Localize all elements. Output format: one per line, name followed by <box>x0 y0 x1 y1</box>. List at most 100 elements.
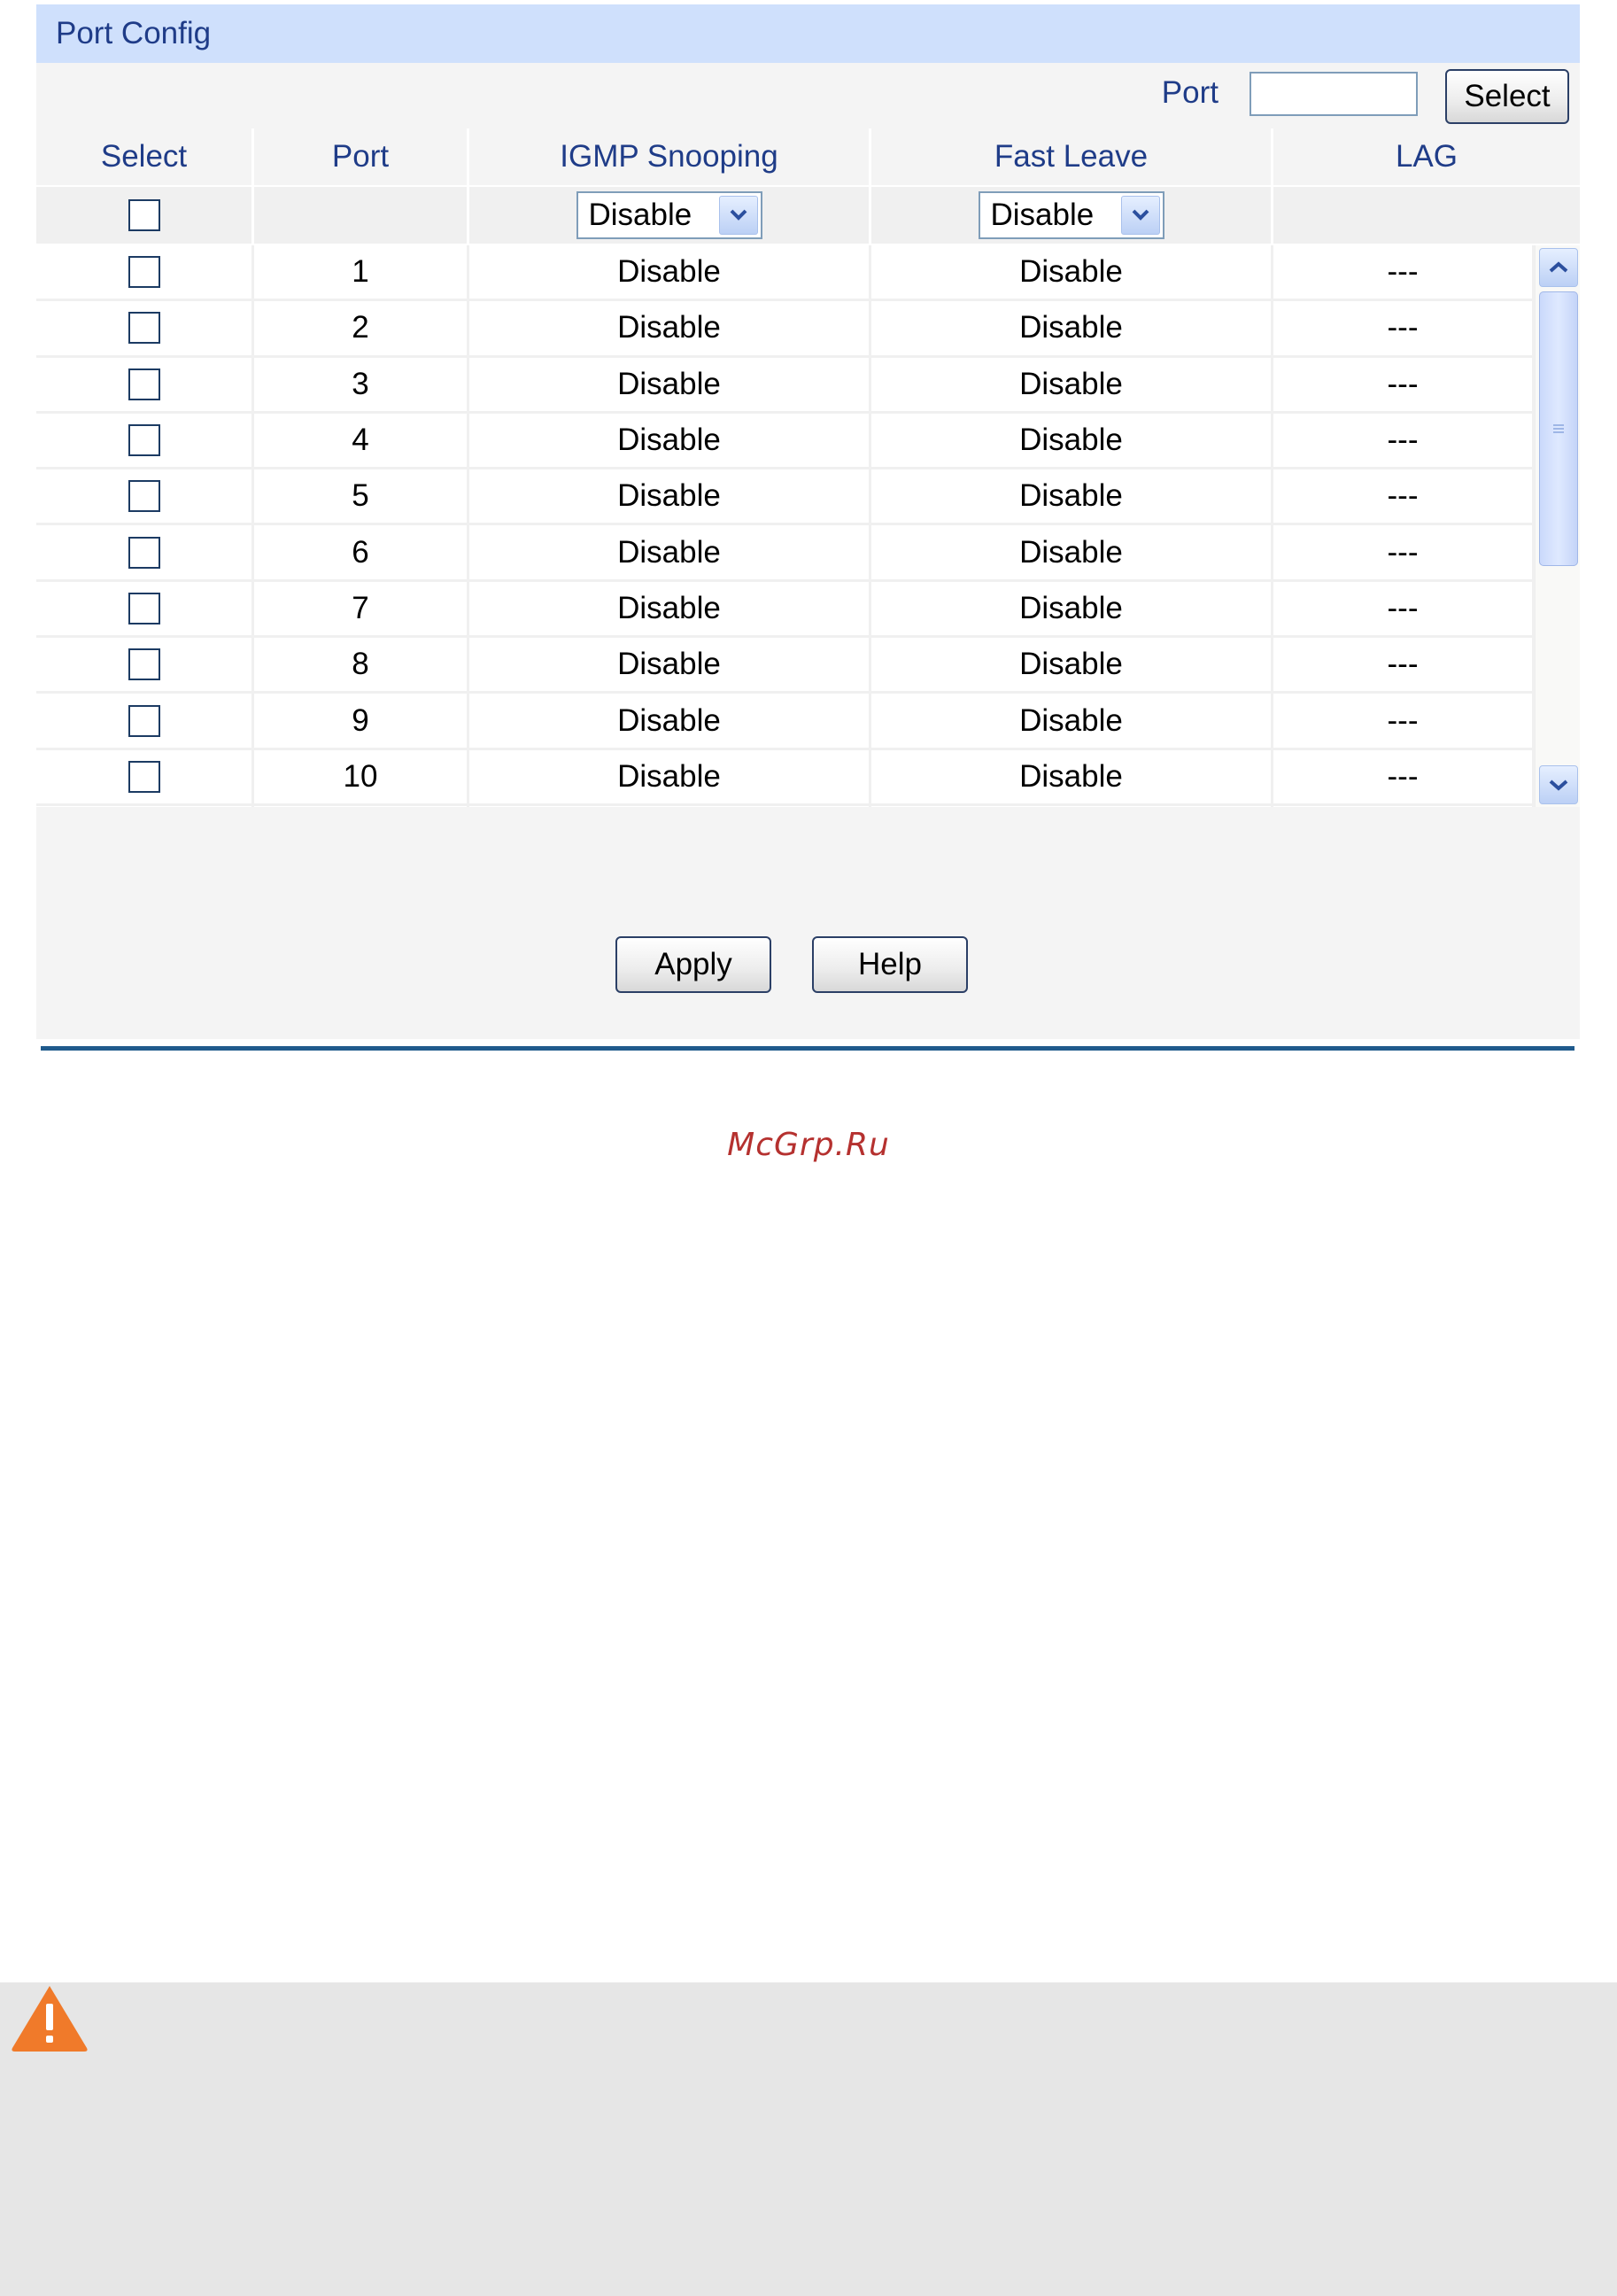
row-fast-leave: Disable <box>871 805 1273 807</box>
row-checkbox[interactable] <box>128 480 160 513</box>
divider <box>41 1046 1574 1051</box>
table-row: 6 Disable Disable --- <box>36 525 1535 582</box>
chevron-up-icon[interactable] <box>1539 248 1578 287</box>
row-lag: --- <box>1273 638 1535 692</box>
help-button[interactable]: Help <box>812 936 968 993</box>
row-igmp-snooping: Disable <box>469 581 871 636</box>
apply-button[interactable]: Apply <box>615 936 771 993</box>
table-row: 1 Disable Disable --- <box>36 245 1535 302</box>
table-header: Select Port IGMP Snooping Fast Leave LAG <box>36 128 1580 187</box>
row-select-cell <box>36 805 254 807</box>
chevron-down-icon[interactable] <box>718 196 758 235</box>
row-select-cell <box>36 245 254 299</box>
port-filter-label: Port <box>1161 75 1219 110</box>
row-checkbox[interactable] <box>128 648 160 681</box>
igmp-snooping-select-value: Disable <box>588 198 692 232</box>
row-checkbox[interactable] <box>128 760 160 793</box>
watermark: McGrp.Ru <box>727 1127 890 1163</box>
row-select-cell <box>36 413 254 468</box>
fast-leave-select[interactable]: Disable <box>978 191 1164 239</box>
row-port: 3 <box>254 357 469 411</box>
row-select-cell <box>36 638 254 692</box>
row-fast-leave: Disable <box>871 525 1273 579</box>
row-fast-leave: Disable <box>871 581 1273 636</box>
row-lag: --- <box>1273 749 1535 803</box>
port-table: Select Port IGMP Snooping Fast Leave LAG… <box>36 128 1580 807</box>
bulk-edit-row: Disable Disable <box>36 187 1580 245</box>
row-fast-leave: Disable <box>871 413 1273 468</box>
row-igmp-snooping: Disable <box>469 413 871 468</box>
row-select-cell <box>36 301 254 355</box>
row-checkbox[interactable] <box>128 592 160 624</box>
bulk-port-cell <box>254 187 469 244</box>
chevron-down-icon[interactable] <box>1539 765 1578 804</box>
table-body: 1 Disable Disable --- 2 Disable Disable --- 3 Dis… <box>36 245 1535 807</box>
header-igmp-snooping: IGMP Snooping <box>469 128 871 185</box>
row-fast-leave: Disable <box>871 749 1273 803</box>
row-checkbox[interactable] <box>128 256 160 289</box>
row-igmp-snooping: Disable <box>469 357 871 411</box>
igmp-snooping-select[interactable]: Disable <box>576 191 762 239</box>
row-igmp-snooping: Disable <box>469 301 871 355</box>
select-button[interactable]: Select <box>1445 69 1569 124</box>
bulk-lag-cell <box>1273 187 1580 244</box>
table-row: 3 Disable Disable --- <box>36 357 1535 414</box>
port-filter-bar: Port Select <box>36 63 1580 130</box>
row-fast-leave: Disable <box>871 301 1273 355</box>
note-box <box>0 1982 1617 2296</box>
row-checkbox[interactable] <box>128 312 160 345</box>
row-port: 1 <box>254 245 469 299</box>
table-row: 7 Disable Disable --- <box>36 581 1535 639</box>
bulk-fast-leave-cell: Disable <box>871 187 1273 244</box>
row-port: 10 <box>254 749 469 803</box>
row-lag: --- <box>1273 357 1535 411</box>
scrollbar-thumb[interactable] <box>1539 291 1578 566</box>
row-port: 6 <box>254 525 469 579</box>
table-row: 9 Disable Disable --- <box>36 694 1535 750</box>
header-port: Port <box>254 128 469 185</box>
row-checkbox[interactable] <box>128 368 160 400</box>
table-scroll-area[interactable]: 1 Disable Disable --- 2 Disable Disable --- 3 Dis… <box>36 245 1580 807</box>
row-select-cell <box>36 525 254 579</box>
row-select-cell <box>36 749 254 803</box>
row-port: 9 <box>254 694 469 748</box>
header-fast-leave: Fast Leave <box>871 128 1273 185</box>
fast-leave-select-value: Disable <box>990 198 1095 232</box>
row-checkbox[interactable] <box>128 704 160 737</box>
row-select-cell <box>36 694 254 748</box>
row-fast-leave: Disable <box>871 245 1273 299</box>
row-lag: --- <box>1273 805 1535 807</box>
chevron-down-icon[interactable] <box>1120 196 1160 235</box>
panel-title: Port Config <box>36 4 1580 63</box>
table-row: 11DisableDisable--- <box>36 805 1535 807</box>
row-checkbox[interactable] <box>128 536 160 569</box>
row-lag: --- <box>1273 469 1535 524</box>
row-lag: --- <box>1273 694 1535 748</box>
port-config-panel: Port Config Port Select Select Port IGMP… <box>36 4 1580 1039</box>
table-row: 2 Disable Disable --- <box>36 301 1535 358</box>
row-igmp-snooping: Disable <box>469 638 871 692</box>
bulk-igmp-cell: Disable <box>469 187 871 244</box>
row-lag: --- <box>1273 581 1535 636</box>
row-checkbox[interactable] <box>128 424 160 457</box>
row-igmp-snooping: Disable <box>469 749 871 803</box>
warning-icon <box>12 1986 88 2052</box>
row-lag: --- <box>1273 413 1535 468</box>
row-lag: --- <box>1273 301 1535 355</box>
row-igmp-snooping: Disable <box>469 469 871 524</box>
select-all-checkbox[interactable] <box>128 199 160 231</box>
row-fast-leave: Disable <box>871 357 1273 411</box>
row-igmp-snooping: Disable <box>469 525 871 579</box>
port-filter-input[interactable] <box>1250 72 1418 116</box>
bulk-select-cell <box>36 187 254 244</box>
vertical-scrollbar[interactable] <box>1535 245 1580 807</box>
row-port: 2 <box>254 301 469 355</box>
row-select-cell <box>36 581 254 636</box>
row-igmp-snooping: Disable <box>469 694 871 748</box>
row-port: 11 <box>254 805 469 807</box>
row-igmp-snooping: Disable <box>469 805 871 807</box>
row-port: 8 <box>254 638 469 692</box>
table-row: 5 Disable Disable --- <box>36 469 1535 526</box>
row-select-cell <box>36 469 254 524</box>
header-select: Select <box>36 128 254 185</box>
